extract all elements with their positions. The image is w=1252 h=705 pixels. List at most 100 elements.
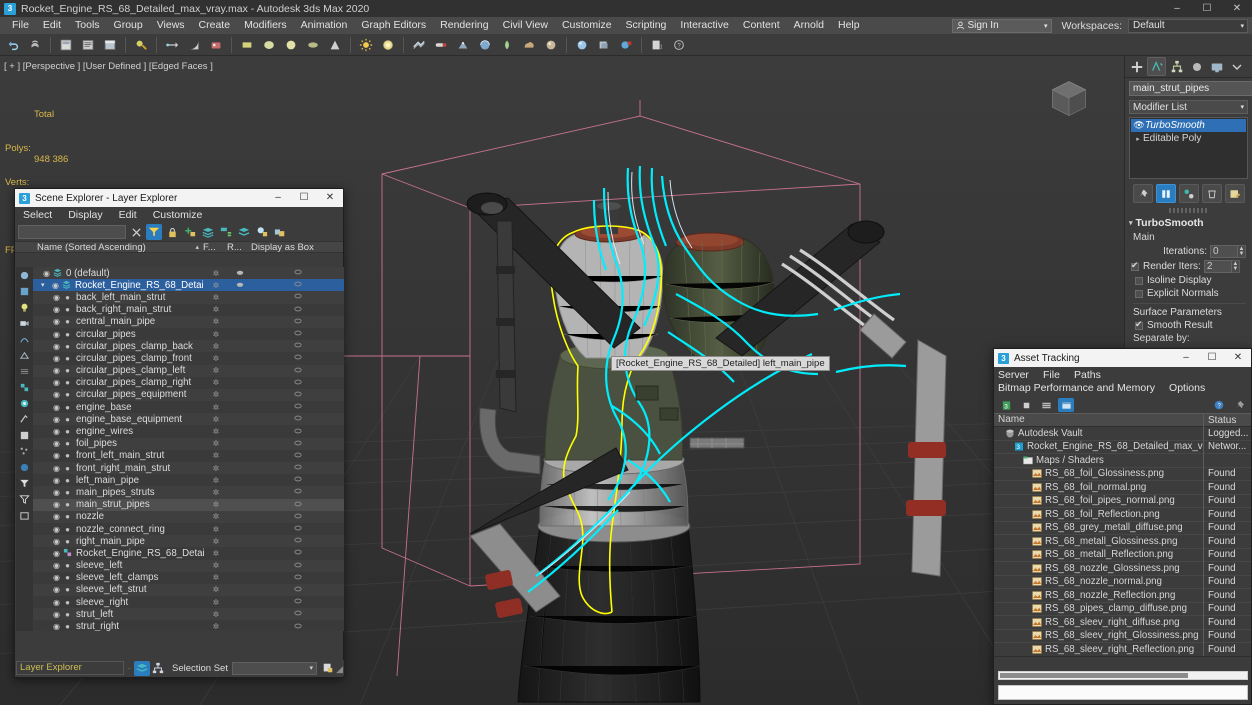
sidebar-geometry-icon[interactable] [17,284,32,299]
scene-converter-icon[interactable] [572,35,592,55]
layers-stack-icon[interactable] [200,224,216,240]
asset-tracking-row[interactable]: Maps / Shaders [994,453,1251,468]
render-iterative-icon[interactable] [497,35,517,55]
asset-tracking-row[interactable]: RS_68_foil_Glossiness.png Found [994,467,1251,481]
light-icon[interactable] [378,35,398,55]
scene-explorer-close-button[interactable]: ✕ [317,189,343,207]
visibility-eye-icon[interactable]: ◉ [51,439,62,448]
asset-tracking-row[interactable] [994,657,1251,658]
display-as-box-toggle-icon[interactable] [252,305,344,315]
asset-tracking-close-button[interactable]: ✕ [1225,349,1251,367]
scene-explorer-row[interactable]: ◉ ● engine_wires ✲ [33,425,344,438]
asset-tracking-menu-paths[interactable]: Paths [1074,369,1101,382]
menu-views[interactable]: Views [150,17,192,34]
frozen-toggle-icon[interactable]: ✲ [204,525,228,534]
pin-stack-icon[interactable] [1132,184,1153,203]
scene-explorer-row[interactable]: ◉ ● front_left_main_strut ✲ [33,449,344,462]
asset-tracking-row[interactable]: RS_68_metall_Glossiness.png Found [994,534,1251,549]
select-object-icon[interactable] [56,35,76,55]
visibility-eye-icon[interactable]: ◉ [51,464,62,473]
eye-icon[interactable]: 👁 [1133,120,1145,131]
menu-create[interactable]: Create [192,17,238,34]
visibility-eye-icon[interactable]: ◉ [51,512,62,521]
visibility-eye-icon[interactable]: ◉ [51,500,62,509]
asset-tracking-row[interactable]: RS_68_metall_Reflection.png Found [994,548,1251,562]
menu-modifiers[interactable]: Modifiers [237,17,294,34]
display-as-box-toggle-icon[interactable] [252,280,344,290]
display-as-box-toggle-icon[interactable] [252,378,344,388]
list-view-icon[interactable] [1018,398,1034,412]
view-cube-icon[interactable] [1046,76,1092,122]
menu-customize[interactable]: Customize [555,17,619,34]
display-as-box-toggle-icon[interactable] [252,585,344,595]
workspace-chevron-down-icon[interactable]: ▾ [1240,22,1247,30]
frozen-toggle-icon[interactable]: ✲ [204,439,228,448]
scrollbar-thumb[interactable] [1000,673,1188,678]
smooth-result-row[interactable]: Smooth Result [1135,319,1246,331]
explicit-normals-row[interactable]: Explicit Normals [1135,288,1246,299]
configure-modifier-sets-icon[interactable] [1224,184,1245,203]
frozen-toggle-icon[interactable]: ✲ [204,269,228,278]
selection-set-chevron-down-icon[interactable]: ▾ [309,664,316,672]
frozen-toggle-icon[interactable]: ✲ [204,585,228,594]
asset-tracking-window[interactable]: 3 Asset Tracking – ☐ ✕ Server File Paths… [993,348,1252,705]
create-selection-set-icon[interactable] [320,661,336,676]
mirror-icon[interactable] [237,35,257,55]
scene-explorer-row[interactable]: ◉ ● sleeve_left_strut ✲ [33,583,344,597]
render-iters-spinner[interactable]: ▲ ▼ [1231,260,1240,273]
frozen-toggle-icon[interactable]: ✲ [204,512,228,521]
visibility-eye-icon[interactable]: ◉ [51,549,62,558]
visibility-eye-icon[interactable]: ◉ [51,403,62,412]
frozen-toggle-icon[interactable]: ✲ [204,330,228,339]
scene-explorer-row[interactable]: ◉ ● circular_pipes_clamp_front ✲ [33,352,344,365]
scene-explorer-row[interactable]: ◉ 0 (default) ✲ [33,267,344,280]
visibility-eye-icon[interactable]: ◉ [51,415,62,424]
sidebar-systems-icon[interactable] [17,380,32,395]
renderable-toggle-icon[interactable] [228,280,252,290]
display-as-box-toggle-icon[interactable] [252,317,344,327]
frozen-toggle-icon[interactable]: ✲ [204,451,228,460]
tab-create-icon[interactable] [1127,57,1146,76]
visibility-eye-icon[interactable]: ◉ [51,390,62,399]
scene-explorer-row[interactable]: ◉ ● sleeve_right ✲ [33,596,344,609]
visibility-eye-icon[interactable]: ◉ [51,610,62,619]
menu-graph-editors[interactable]: Graph Editors [354,17,433,34]
rollout-header-turbosmooth[interactable]: ▾ TurboSmooth [1125,216,1252,230]
scene-explorer-row[interactable]: ◉ ● front_right_main_strut ✲ [33,462,344,475]
asset-tracking-list[interactable]: Autodesk Vault Logged... 3 Rocket_Engine_RS… [994,427,1251,657]
menu-animation[interactable]: Animation [294,17,355,34]
remove-modifier-icon[interactable] [1201,184,1222,203]
visibility-eye-icon[interactable]: ◉ [51,585,62,594]
display-as-box-toggle-icon[interactable] [252,512,344,522]
asset-tracking-row[interactable]: RS_68_nozzle_Reflection.png Found [994,588,1251,603]
visibility-eye-icon[interactable]: ◉ [51,537,62,546]
select-by-name-icon[interactable] [78,35,98,55]
renderable-toggle-icon[interactable] [228,268,252,278]
scene-explorer-row[interactable]: ◉ ● circular_pipes_clamp_right ✲ [33,376,344,389]
menu-edit[interactable]: Edit [36,17,68,34]
menu-content[interactable]: Content [736,17,787,34]
menu-rendering[interactable]: Rendering [433,17,495,34]
help-icon[interactable]: ? [669,35,689,55]
visibility-eye-icon[interactable]: ◉ [51,354,62,363]
scene-explorer-row[interactable]: ◉ ● circular_pipes_clamp_left ✲ [33,364,344,377]
adaptive-degradation-icon[interactable] [616,35,636,55]
explorer-mode-value[interactable]: Layer Explorer [16,661,124,675]
asset-tracking-row[interactable]: RS_68_foil_Reflection.png Found [994,507,1251,522]
scene-explorer-list[interactable]: ◉ 0 (default) ✲ ▾ ◉ Rocket_Engine_RS_68_Detai… [33,267,344,631]
tree-view-icon[interactable] [1058,398,1074,412]
modifier-stack[interactable]: 👁 TurboSmooth ▸ Editable Poly [1129,117,1248,179]
select-and-move-icon[interactable] [131,35,151,55]
schematic-view-icon[interactable] [325,35,345,55]
frozen-toggle-icon[interactable]: ✲ [204,464,228,473]
asset-tracking-row[interactable]: RS_68_foil_normal.png Found [994,480,1251,495]
chevron-right-icon[interactable]: ▸ [1133,135,1143,143]
layer-manager-icon[interactable] [281,35,301,55]
scene-explorer-menu-customize[interactable]: Customize [153,209,203,221]
frozen-toggle-icon[interactable]: ✲ [204,573,228,582]
sidebar-advanced-filter-icon[interactable] [17,492,32,507]
sidebar-layers-icon[interactable] [17,460,32,475]
frozen-toggle-icon[interactable]: ✲ [204,622,228,631]
frozen-toggle-icon[interactable]: ✲ [204,403,228,412]
display-as-box-toggle-icon[interactable] [252,292,344,302]
